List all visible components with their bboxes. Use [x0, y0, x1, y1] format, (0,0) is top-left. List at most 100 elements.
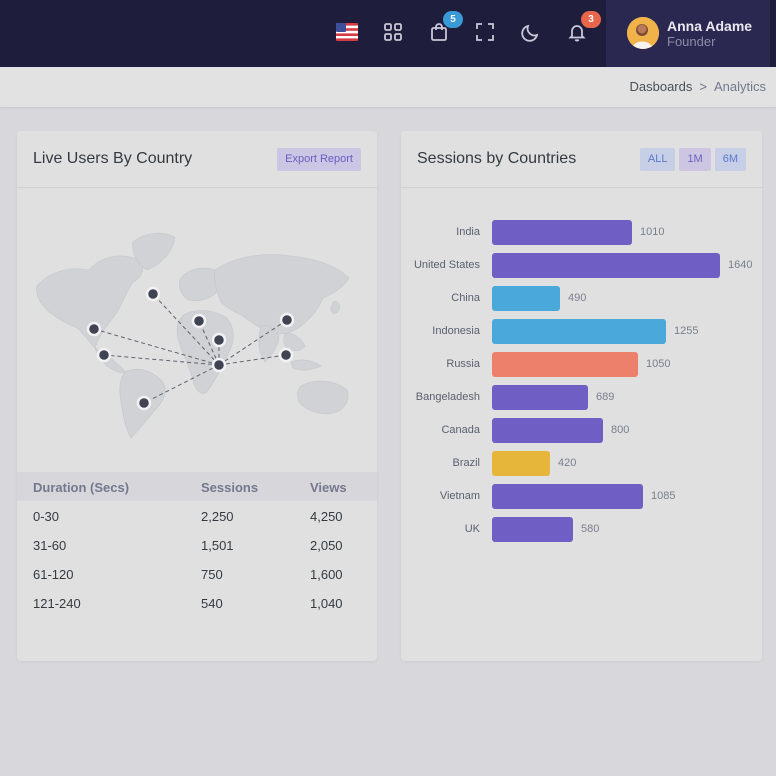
filter-all-button[interactable]: ALL [639, 148, 676, 171]
card-title: Sessions by Countries [417, 150, 577, 167]
bar[interactable] [492, 385, 588, 410]
apps-grid-icon[interactable] [381, 20, 405, 44]
table-cell: 1,040 [310, 596, 343, 611]
bar-value-label: 689 [596, 391, 615, 403]
bar-category-label: Brazil [452, 457, 480, 469]
table-cell: 2,050 [310, 538, 343, 553]
table-row: 121-240 540 1,040 [17, 588, 377, 617]
table-cell: 540 [201, 596, 223, 611]
map-marker [279, 312, 295, 328]
table-row: 31-60 1,501 2,050 [17, 530, 377, 559]
table-cell: 61-120 [33, 567, 74, 582]
bar[interactable] [492, 451, 550, 476]
column-header: Sessions [201, 480, 259, 495]
bar-value-label: 1085 [651, 490, 676, 502]
bar-row: United States 1640 [401, 253, 762, 278]
bar[interactable] [492, 418, 603, 443]
bar-value-label: 1640 [728, 259, 753, 271]
bar-row: Russia 1050 [401, 352, 762, 377]
bar-row: UK 580 [401, 517, 762, 542]
moon-icon[interactable] [519, 20, 543, 44]
sessions-by-countries-card: Sessions by Countries ALL 1M 6M India 101… [401, 131, 762, 661]
bar[interactable] [492, 220, 632, 245]
page-title-bar: Dasboards > Analytics [0, 67, 776, 107]
bar[interactable] [492, 253, 720, 278]
bar-row: Canada 800 [401, 418, 762, 443]
bar-value-label: 420 [558, 457, 577, 469]
table-cell: 2,250 [201, 509, 234, 524]
user-name: Anna Adame [667, 18, 753, 34]
bar-category-label: UK [464, 523, 480, 535]
card-header: Live Users By Country Export Report [17, 131, 377, 188]
bar-value-label: 490 [568, 292, 587, 304]
filter-1m-button[interactable]: 1M [679, 148, 711, 171]
bar-category-label: India [456, 226, 480, 238]
bar-category-label: Bangeladesh [415, 391, 480, 403]
table-cell: 1,501 [201, 538, 234, 553]
table-cell: 750 [201, 567, 223, 582]
filter-6m-button[interactable]: 6M [714, 148, 746, 171]
bar[interactable] [492, 517, 573, 542]
bar-value-label: 800 [611, 424, 630, 436]
table-cell: 31-60 [33, 538, 67, 553]
bar-value-label: 1050 [646, 358, 671, 370]
fullscreen-icon[interactable] [473, 20, 497, 44]
bar-row: Indonesia 1255 [401, 319, 762, 344]
column-header: Views [310, 480, 347, 495]
bar-row: Vietnam 1085 [401, 484, 762, 509]
bar-category-label: United States [413, 259, 480, 271]
bar-category-label: Russia [446, 358, 480, 370]
avatar [627, 17, 659, 49]
bar-value-label: 1010 [640, 226, 665, 238]
sessions-duration-table: Duration (Secs) Sessions Views 0-30 2,25… [17, 472, 377, 617]
bell-icon[interactable]: 3 [565, 11, 601, 44]
map-marker [96, 347, 112, 363]
bar-row: Brazil 420 [401, 451, 762, 476]
notification-badge: 3 [581, 11, 601, 28]
table-cell: 0-30 [33, 509, 60, 524]
export-report-button[interactable]: Export Report [277, 148, 361, 171]
map-marker [86, 321, 102, 337]
map-marker [211, 332, 227, 348]
card-header: Sessions by Countries ALL 1M 6M [401, 131, 762, 188]
bar-row: Bangeladesh 689 [401, 385, 762, 410]
bar[interactable] [492, 484, 643, 509]
us-flag-icon[interactable] [335, 20, 359, 44]
bar-category-label: China [451, 292, 480, 304]
bar-value-label: 1255 [674, 325, 699, 337]
map-marker [278, 347, 294, 363]
table-cell: 1,600 [310, 567, 343, 582]
bar[interactable] [492, 352, 638, 377]
map-marker [136, 395, 152, 411]
breadcrumb-parent[interactable]: Dasboards [630, 79, 693, 94]
cart-badge: 5 [443, 11, 463, 28]
sessions-bar-chart: India 1010 United States 1640 China 490 Indone… [401, 220, 762, 550]
period-filter: ALL 1M 6M [639, 148, 746, 171]
bar-category-label: Canada [441, 424, 480, 436]
bar-value-label: 580 [581, 523, 600, 535]
column-header: Duration (Secs) [33, 480, 130, 495]
live-users-card: Live Users By Country Export Report Dura… [17, 131, 377, 661]
shopping-bag-icon[interactable]: 5 [427, 11, 463, 44]
bar-row: India 1010 [401, 220, 762, 245]
map-marker [191, 313, 207, 329]
map-marker [145, 286, 161, 302]
card-title: Live Users By Country [33, 150, 193, 167]
table-row: 0-30 2,250 4,250 [17, 501, 377, 530]
bar-category-label: Vietnam [439, 490, 480, 502]
bar-row: China 490 [401, 286, 762, 311]
breadcrumb-separator: > [699, 79, 707, 94]
breadcrumb: Dasboards > Analytics [630, 79, 767, 94]
breadcrumb-current: Analytics [713, 79, 766, 94]
topbar: 5 3 Anna Adame Founder [0, 0, 776, 67]
bar-category-label: Indonesia [432, 325, 480, 337]
bar[interactable] [492, 319, 666, 344]
user-role: Founder [667, 34, 716, 49]
table-cell: 121-240 [33, 596, 81, 611]
table-row: 61-120 750 1,600 [17, 559, 377, 588]
user-profile-dropdown[interactable]: Anna Adame Founder [606, 0, 770, 67]
table-header: Duration (Secs) Sessions Views [17, 472, 377, 501]
world-map [29, 216, 365, 441]
table-cell: 4,250 [310, 509, 343, 524]
bar[interactable] [492, 286, 560, 311]
